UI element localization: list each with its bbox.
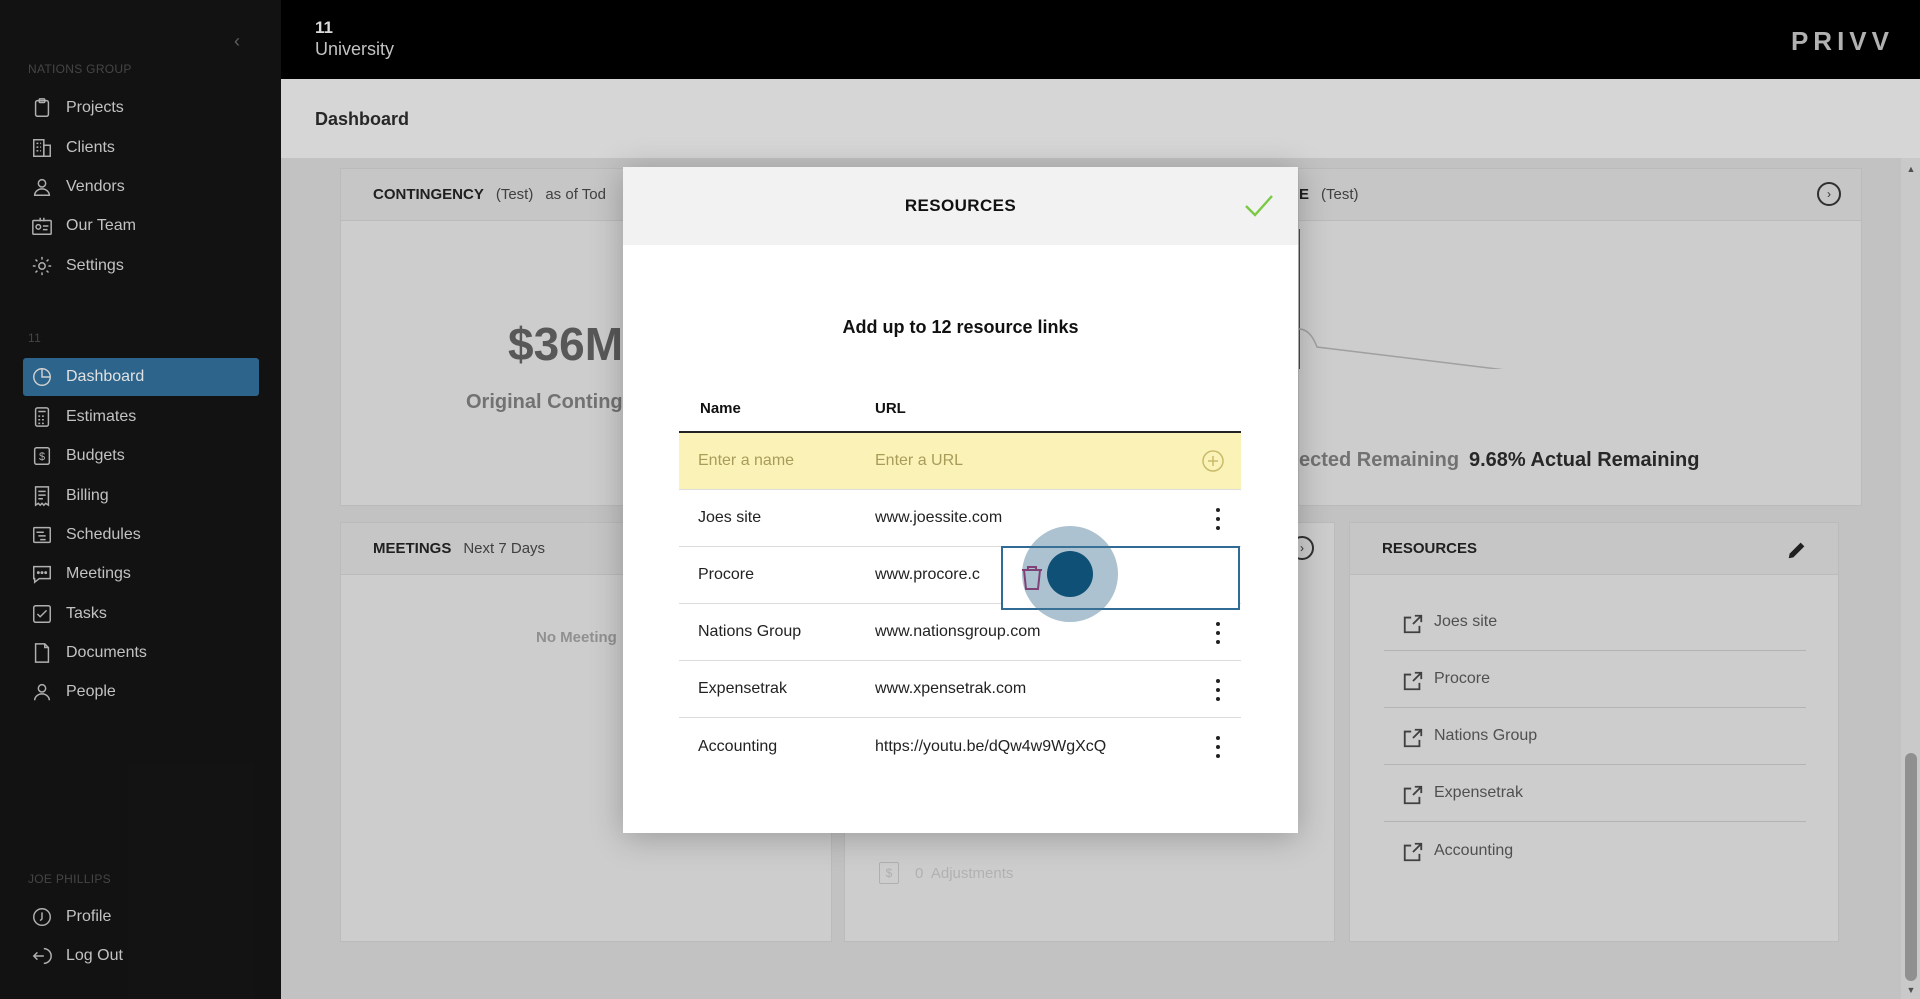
table-header: Name URL (679, 385, 1241, 433)
resource-name-cell: Accounting (698, 737, 778, 755)
column-header-name: Name (700, 399, 741, 417)
resource-url-cell: www.xpensetrak.com (875, 680, 1027, 697)
resource-name-cell: Nations Group (698, 623, 802, 640)
resource-name-cell: Expensetrak (698, 680, 787, 697)
row-menu-kebab-icon[interactable] (1215, 508, 1221, 530)
resource-url-cell: www.nationsgroup.com (875, 623, 1041, 640)
modal-subtitle: Add up to 12 resource links (842, 317, 1079, 337)
table-row: Joes site www.joessite.com (679, 490, 1241, 547)
click-indicator-dot (1047, 551, 1093, 597)
table-row: Expensetrak www.xpensetrak.com (679, 661, 1241, 718)
resource-name-cell: Procore (698, 566, 755, 583)
resource-url-cell: https://youtu.be/dQw4w9WgXcQ (875, 737, 1107, 755)
add-circle-icon[interactable] (1201, 449, 1225, 473)
table-row: Accounting https://youtu.be/dQw4w9WgXcQ (679, 718, 1241, 775)
row-menu-kebab-icon[interactable] (1215, 679, 1221, 701)
resource-url-input[interactable] (875, 452, 1175, 470)
confirm-checkmark-icon[interactable] (1244, 193, 1274, 219)
row-menu-kebab-icon[interactable] (1215, 622, 1221, 644)
resource-url-cell: www.joessite.com (875, 509, 1003, 526)
modal-title: RESOURCES (904, 196, 1017, 215)
modal-header: RESOURCES (623, 167, 1298, 245)
resources-modal: RESOURCES Add up to 12 resource links Na… (623, 167, 1298, 833)
table-row: Nations Group www.nationsgroup.com (679, 604, 1241, 661)
column-header-url: URL (875, 399, 906, 417)
row-menu-kebab-icon[interactable] (1215, 736, 1221, 758)
new-resource-row (679, 433, 1241, 490)
resource-name-input[interactable] (679, 452, 875, 470)
resource-name-cell: Joes site (698, 509, 762, 526)
